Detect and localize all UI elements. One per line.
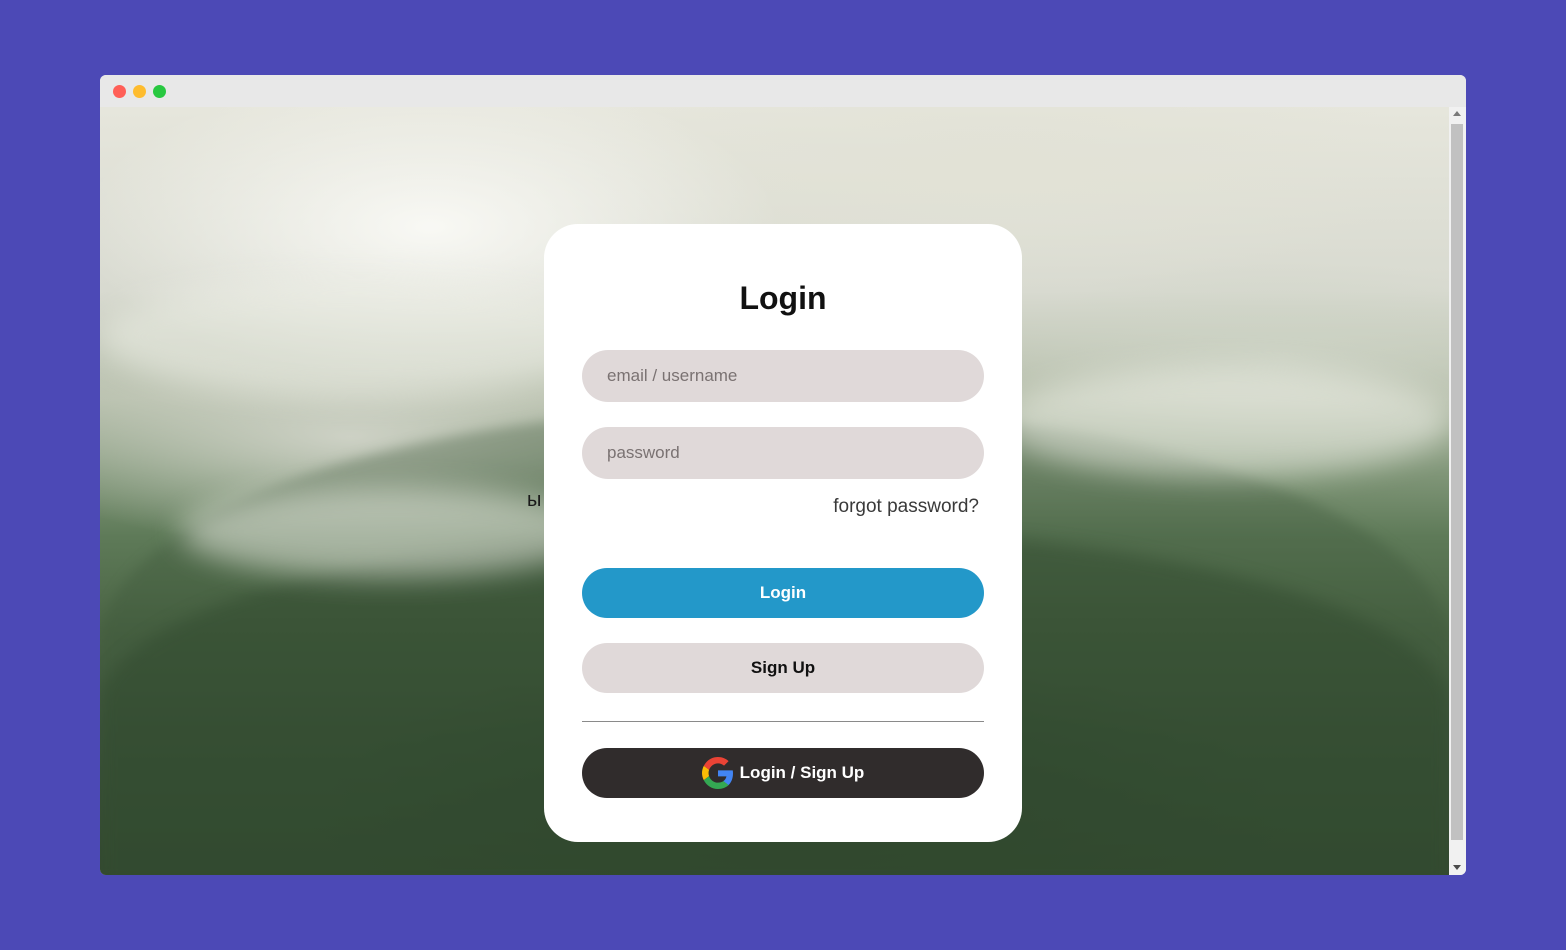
minimize-window-button[interactable]: [133, 85, 146, 98]
window-titlebar: [100, 75, 1466, 107]
password-input[interactable]: [582, 427, 984, 479]
scroll-up-arrow-icon[interactable]: [1453, 111, 1461, 116]
scroll-down-arrow-icon[interactable]: [1453, 865, 1461, 870]
login-title: Login: [739, 280, 827, 316]
google-button-label: Login / Sign Up: [739, 763, 865, 782]
login-button[interactable]: Login: [582, 568, 984, 618]
mist-cloud: [100, 277, 620, 397]
sign-up-button[interactable]: Sign Up: [582, 643, 984, 693]
maximize-window-button[interactable]: [153, 85, 166, 98]
divider: [582, 721, 984, 722]
forgot-password-link[interactable]: forgot password?: [833, 496, 979, 518]
vertical-scrollbar[interactable]: [1449, 107, 1466, 875]
google-icon: [701, 757, 733, 789]
mist-cloud: [1000, 367, 1449, 477]
background-text: ы: [527, 489, 542, 511]
scrollbar-thumb[interactable]: [1451, 124, 1463, 840]
login-card: Login forgot password? Login Sign Up Log…: [544, 224, 1022, 842]
email-username-input[interactable]: [582, 350, 984, 402]
page-viewport: ы Login forgot password? Login Sign Up L…: [100, 107, 1449, 875]
browser-window: ы Login forgot password? Login Sign Up L…: [100, 75, 1466, 875]
close-window-button[interactable]: [113, 85, 126, 98]
google-login-button[interactable]: Login / Sign Up: [582, 748, 984, 798]
